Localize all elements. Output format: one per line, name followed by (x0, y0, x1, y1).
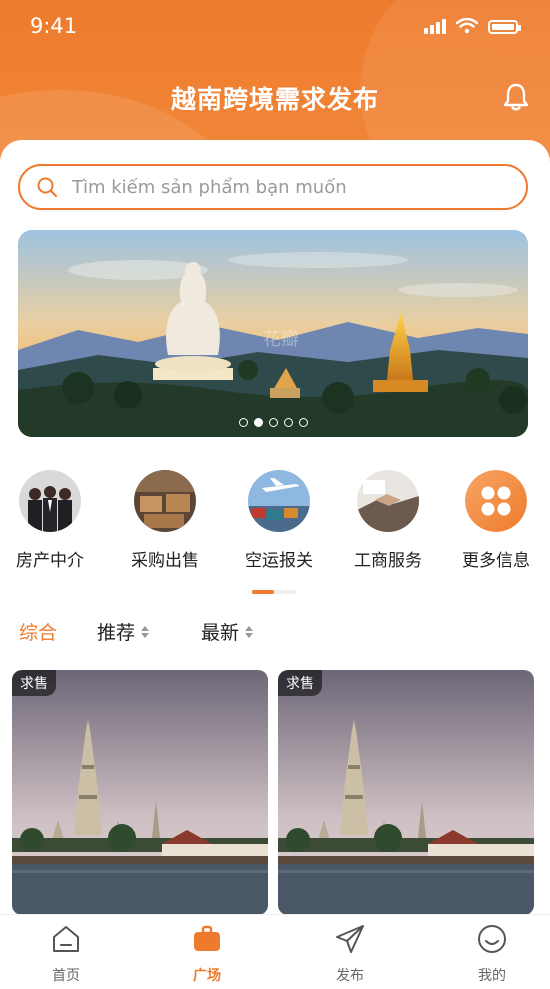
filter-label: 最新 (201, 622, 240, 644)
carousel-dot[interactable] (298, 418, 308, 427)
bell-icon[interactable] (502, 82, 530, 112)
briefcase-icon (194, 925, 220, 951)
air-freight-icon (248, 470, 310, 532)
filter-label: 推荐 (97, 622, 136, 644)
product-tag: 求售 (12, 670, 56, 696)
status-bar: 9:41 (0, 0, 550, 52)
tab-bar: 首页 广场 发布 我的 (0, 914, 550, 989)
carousel-dot[interactable] (238, 418, 248, 427)
search-input[interactable] (70, 175, 494, 199)
carousel-dot-active[interactable] (253, 418, 263, 427)
tab-label: 广场 (193, 968, 221, 984)
page-title: 越南跨境需求发布 (170, 85, 379, 114)
status-icons (424, 18, 521, 34)
category-label: 空运报关 (245, 551, 313, 571)
tab-square[interactable]: 广场 (157, 923, 257, 985)
banner-watermark: 花瓣 (263, 329, 299, 350)
status-time: 9:41 (30, 14, 78, 38)
purchase-warehouse-icon (134, 470, 196, 532)
product-tag: 求售 (278, 670, 322, 696)
sort-icon (245, 625, 254, 638)
battery-icon (488, 20, 521, 34)
category-label: 更多信息 (462, 551, 530, 571)
sort-icon (141, 625, 150, 638)
tab-label: 我的 (478, 968, 506, 984)
product-image (12, 670, 268, 915)
grid-icon (465, 470, 527, 532)
filter-label: 综合 (19, 622, 58, 644)
category-row: 房产中介 采购出售 空运报关 工商服务 更多信息 (0, 470, 550, 571)
filter-comprehensive[interactable]: 综合 (19, 618, 57, 645)
tab-publish[interactable]: 发布 (300, 923, 400, 985)
category-label: 工商服务 (354, 551, 422, 571)
category-purchase[interactable]: 采购出售 (115, 470, 215, 571)
category-more[interactable]: 更多信息 (446, 470, 546, 571)
tab-label: 发布 (336, 968, 364, 984)
home-icon (53, 926, 79, 952)
carousel-dot[interactable] (283, 418, 293, 427)
category-business[interactable]: 工商服务 (338, 470, 438, 571)
product-image (278, 670, 534, 915)
signal-icon (424, 18, 446, 34)
search-bar[interactable] (18, 164, 528, 210)
send-icon (336, 925, 364, 953)
product-card[interactable]: 求售 (278, 670, 534, 915)
smile-icon (478, 925, 506, 953)
search-icon (37, 177, 58, 198)
filter-latest[interactable]: 最新 (201, 618, 254, 645)
banner-image: 花瓣 (18, 230, 528, 437)
category-real-estate[interactable]: 房产中介 (0, 470, 100, 571)
tab-mine[interactable]: 我的 (442, 923, 542, 985)
carousel-dot[interactable] (268, 418, 278, 427)
filter-bar: 综合 推荐 最新 (0, 618, 550, 648)
category-air-freight[interactable]: 空运报关 (229, 470, 329, 571)
filter-recommended[interactable]: 推荐 (97, 618, 150, 645)
category-label: 采购出售 (131, 551, 199, 571)
category-page-indicator (252, 590, 296, 594)
category-label: 房产中介 (16, 551, 84, 571)
wifi-icon (456, 18, 478, 34)
product-card[interactable]: 求售 (12, 670, 268, 915)
business-handshake-icon (357, 470, 419, 532)
carousel-dots (18, 418, 528, 427)
tab-home[interactable]: 首页 (16, 923, 116, 985)
tab-label: 首页 (52, 968, 80, 984)
banner-carousel[interactable]: 花瓣 (18, 230, 528, 437)
real-estate-agents-icon (19, 470, 81, 532)
main-card: 花瓣 房产中介 (0, 140, 550, 915)
